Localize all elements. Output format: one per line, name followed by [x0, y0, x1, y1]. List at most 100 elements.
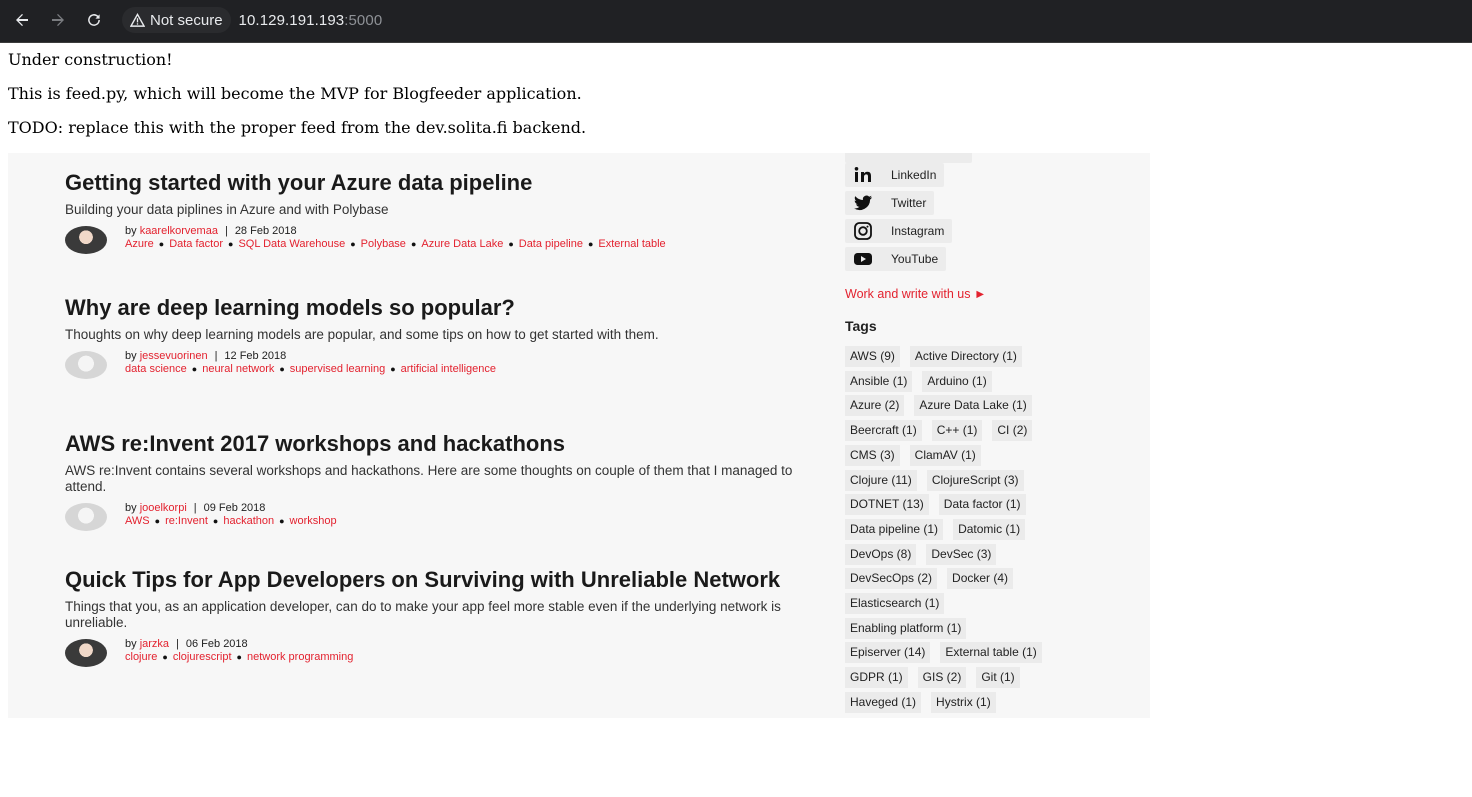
sidebar-tag: External table (1)	[940, 642, 1042, 663]
social-link-partial	[845, 153, 972, 163]
construction-notice: Under construction!	[8, 50, 173, 69]
post-tag: Azure Data Lake	[421, 238, 504, 250]
back-button[interactable]	[7, 6, 37, 34]
tag-separator-dot: ●	[390, 364, 396, 374]
tag-separator-dot: ●	[279, 516, 285, 526]
tag-row: GDPR (1) GIS (2) Git (1)	[845, 667, 1030, 688]
avatar	[65, 639, 107, 667]
sidebar-tag: GDPR (1)	[845, 667, 908, 688]
tag-separator-dot: ●	[191, 364, 198, 374]
tag-row: Ansible (1) Arduino (1)	[845, 371, 1002, 392]
post-tags: Azure ● Data factor ● SQL Data Warehouse ● Pol…	[125, 238, 825, 251]
avatar	[65, 351, 107, 379]
post-tag: re:Invent	[165, 515, 208, 527]
post-meta: by jarzka | 06 Feb 2018 clojure ● clojurescr…	[65, 637, 825, 667]
forward-button[interactable]	[43, 6, 73, 34]
tag-separator-dot: ●	[410, 239, 417, 249]
post-card: AWS re:Invent 2017 workshops and hackath…	[65, 432, 825, 531]
tag-row: Haveged (1) Hystrix (1)	[845, 692, 1006, 713]
linkedin-icon	[854, 167, 871, 182]
tag-separator-dot: ●	[350, 239, 356, 249]
post-tag: neural network	[202, 363, 275, 375]
post-date: 06 Feb 2018	[185, 638, 248, 650]
tag-separator-dot: ●	[162, 652, 168, 662]
social-link-linkedin: LinkedIn	[845, 163, 945, 187]
post-title: AWS re:Invent 2017 workshops and hackath…	[65, 431, 566, 456]
tag-separator-dot: ●	[279, 364, 285, 374]
security-label: Not secure	[150, 11, 223, 29]
url-host: 10.129.191.193	[238, 11, 345, 29]
sidebar-tag: Docker (4)	[947, 568, 1014, 589]
by-label: by	[125, 225, 137, 237]
social-link-instagram: Instagram	[845, 219, 953, 243]
post-subtitle: Building your data piplines in Azure and…	[65, 202, 389, 217]
sidebar-tag: Elasticsearch (1)	[845, 593, 945, 614]
tag-separator-dot: ●	[154, 516, 161, 526]
sidebar-tag: Hystrix (1)	[931, 692, 996, 713]
sidebar-tag: Git (1)	[976, 667, 1020, 688]
tag-row: Clojure (11) ClojureScript (3)	[845, 470, 1034, 491]
byline: by jessevuorinen | 12 Feb 2018	[125, 350, 287, 362]
sidebar-tag: Enabling platform (1)	[845, 618, 967, 639]
security-chip[interactable]: Not secure	[122, 7, 231, 33]
by-label: by	[125, 502, 137, 514]
social-link-youtube: YouTube	[845, 247, 947, 271]
reload-button[interactable]	[79, 6, 109, 34]
arrow-left-icon	[16, 14, 28, 26]
post-tag: Data factor	[169, 238, 223, 250]
post-meta: by jooelkorpi | 09 Feb 2018 AWS ● re:Invent ●…	[65, 501, 825, 531]
post-date: 12 Feb 2018	[224, 350, 287, 362]
sidebar-tag: Datomic (1)	[953, 519, 1026, 540]
instagram-icon	[854, 222, 872, 240]
tag-row: DevSecOps (2) Docker (4)	[845, 568, 1023, 589]
post-subtitle: Things that you, as an application devel…	[65, 599, 781, 630]
work-with-us-link: Work and write with us ►	[845, 287, 987, 301]
post-title: Quick Tips for App Developers on Survivi…	[65, 567, 781, 592]
post-card: Quick Tips for App Developers on Survivi…	[65, 568, 825, 667]
sidebar-tag: Episerver (14)	[845, 642, 931, 663]
sidebar-tag: C++ (1)	[931, 420, 983, 441]
url-port: :5000	[344, 11, 383, 29]
browser-toolbar: Not secure 10.129.191.193:5000	[0, 0, 1472, 43]
post-tag: Data pipeline	[518, 238, 583, 250]
twitter-icon	[854, 195, 872, 211]
byline: by jarzka | 06 Feb 2018	[125, 638, 248, 650]
sidebar-tag: Data factor (1)	[938, 494, 1026, 515]
tag-separator-dot: ●	[508, 239, 514, 249]
post-tag: hackathon	[223, 515, 275, 527]
sidebar-tag: DOTNET (13)	[845, 494, 929, 515]
post-tag: data science	[125, 363, 187, 375]
author-name: jessevuorinen	[139, 350, 208, 362]
by-label: by	[125, 638, 137, 650]
post-tag: clojurescript	[172, 651, 232, 663]
tag-row: Elasticsearch (1)	[845, 593, 954, 614]
author-name: kaarelkorvemaa	[139, 225, 218, 237]
url-text[interactable]: 10.129.191.193:5000	[239, 12, 383, 29]
sidebar-tag: Beercraft (1)	[845, 420, 922, 441]
address-bar[interactable]: Not secure 10.129.191.193:5000	[120, 5, 1472, 35]
author-name: jarzka	[139, 638, 170, 650]
social-link-twitter: Twitter	[845, 191, 935, 215]
post-title: Why are deep learning models so popular?	[65, 295, 515, 320]
post-tags: AWS ● re:Invent ● hackathon ● workshop	[125, 515, 825, 528]
by-label: by	[125, 350, 137, 362]
avatar	[65, 226, 107, 254]
tag-row: AWS (9) Active Directory (1)	[845, 346, 1032, 367]
sidebar-tag: DevSecOps (2)	[845, 568, 938, 589]
social-label: YouTube	[891, 252, 939, 266]
post-card: Why are deep learning models so popular?…	[65, 296, 825, 379]
tag-row: Episerver (14) External table (1)	[845, 642, 1052, 663]
post-meta: by jessevuorinen | 12 Feb 2018 data scienc…	[65, 349, 825, 379]
blog-feed-image: Getting started with your Azure data pip…	[8, 153, 1150, 718]
byline: by kaarelkorvemaa | 28 Feb 2018	[125, 225, 297, 237]
sidebar-tag: ClamAV (1)	[909, 445, 981, 466]
tag-row: CMS (3) ClamAV (1)	[845, 445, 991, 466]
tag-separator-dot: ●	[587, 239, 594, 249]
post-tag: workshop	[289, 515, 337, 527]
post-tags: clojure ● clojurescript ● network programmin…	[125, 651, 825, 664]
tag-separator-dot: ●	[228, 239, 234, 249]
tag-row: Data pipeline (1) Datomic (1)	[845, 519, 1035, 540]
tag-separator-dot: ●	[158, 239, 165, 249]
warning-triangle-icon	[130, 12, 145, 27]
post-title: Getting started with your Azure data pip…	[65, 170, 533, 195]
